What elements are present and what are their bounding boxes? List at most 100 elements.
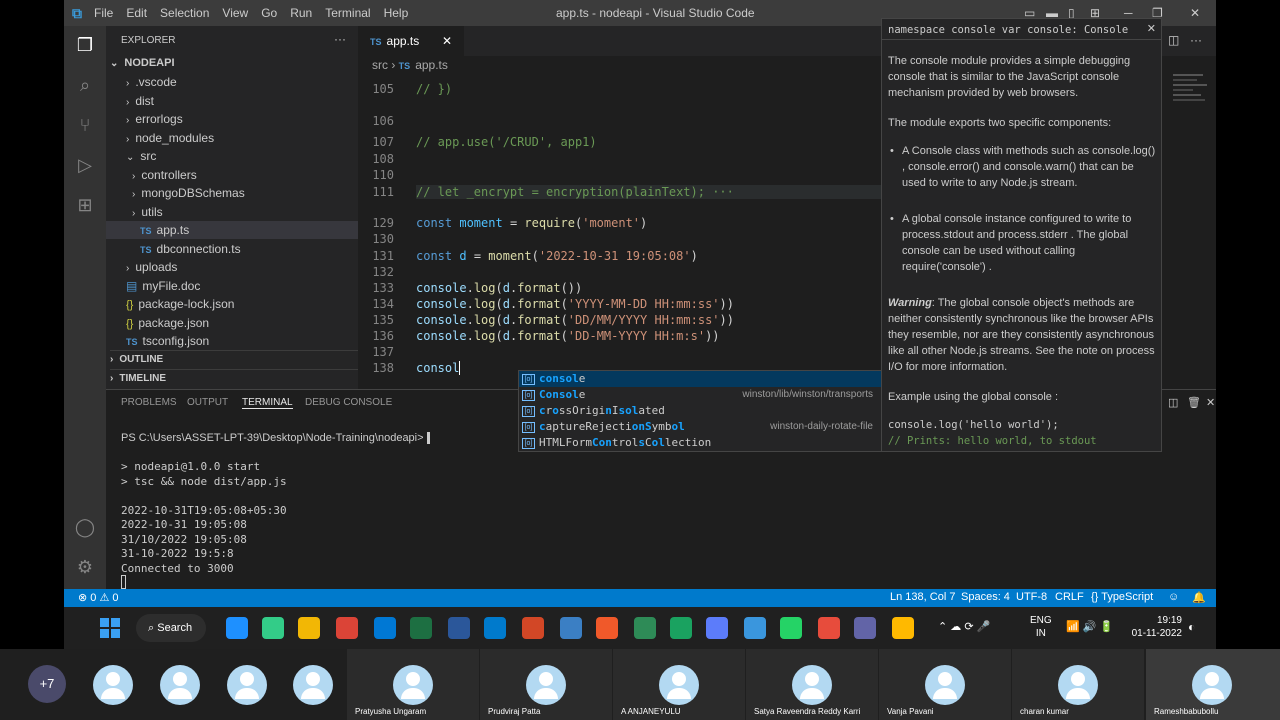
skype-icon[interactable] [374,617,396,639]
terminal-prompt[interactable]: PS C:\Users\ASSET-LPT-39\Desktop\Node-Tr… [121,432,430,444]
panel-tab-terminal[interactable]: TERMINAL [242,397,293,409]
tree-item[interactable]: › uploads [106,258,177,276]
start-windows-icon[interactable] [100,618,120,638]
code-line[interactable]: console.log(d.format('DD-MM-YYYY HH:m:s'… [416,329,720,343]
tree-item[interactable]: TS tsconfig.json [106,332,209,350]
tree-item[interactable]: {} package.json [106,314,209,332]
panel-tab-problems[interactable]: PROBLEMS [121,397,177,408]
tree-item[interactable]: ▤ myFile.doc [106,277,200,295]
anydesk-icon[interactable] [818,617,840,639]
suggestion-item[interactable]: [o] captureRejectionSymbol winston-daily-r… [519,419,881,435]
editor-more-icon[interactable]: ··· [1190,33,1202,47]
sticky-icon[interactable] [892,617,914,639]
participant-tile[interactable]: Rameshbabubollu [1146,649,1280,720]
problems-count[interactable]: ⊗ 0 ⚠ 0 [78,591,118,604]
cursor-position[interactable]: Ln 138, Col 7 [890,591,955,603]
powerpoint-icon[interactable] [522,617,544,639]
teams-icon[interactable] [854,617,876,639]
input-language[interactable]: ENG IN [1030,614,1052,640]
code-line[interactable]: console.log(d.format()) [416,281,582,295]
code-line[interactable]: console.log(d.format('YYYY-MM-DD HH:mm:s… [416,297,734,311]
minimap[interactable] [1173,71,1213,151]
participant-avatar-icon[interactable] [227,665,267,705]
settings-gear-icon[interactable]: ⚙ [72,554,98,580]
photos-icon[interactable] [262,617,284,639]
menu-view[interactable]: View [222,6,248,20]
menu-help[interactable]: Help [384,6,409,20]
notification-center-icon[interactable]: ◐ [1188,620,1195,634]
vs-app-icon[interactable] [560,617,582,639]
language-mode[interactable]: {} TypeScript [1091,591,1153,603]
line-ending[interactable]: CRLF [1055,591,1084,603]
outline-section[interactable]: › OUTLINE [110,350,358,368]
tab-app-ts[interactable]: TS app.ts ✕ [358,26,464,56]
account-icon[interactable]: ◯ [72,514,98,540]
participant-tile[interactable]: Satya Raveendra Reddy Karri [746,649,878,720]
extensions-icon[interactable]: ⊞ [72,192,98,218]
source-control-icon[interactable]: ⑂ [72,112,98,138]
explorer-more-icon[interactable]: ··· [334,30,346,48]
postman-icon[interactable] [596,617,618,639]
code-line[interactable]: // app.use('/CRUD', app1) [416,135,597,149]
menu-go[interactable]: Go [261,6,277,20]
search-icon[interactable]: ⌕ [72,72,98,98]
participant-tile[interactable]: Vanja Pavani [879,649,1011,720]
feedback-icon[interactable]: ☺ [1168,591,1179,603]
tree-item[interactable]: TS dbconnection.ts [106,240,241,258]
participant-tile[interactable]: Prudviraj Patta [480,649,612,720]
vpn-icon[interactable] [634,617,656,639]
clock[interactable]: 19:19 01-11-2022 [1130,614,1182,640]
code-line[interactable]: // }) [416,82,452,96]
menu-edit[interactable]: Edit [126,6,147,20]
taskbar-search[interactable]: ⌕ Search [136,614,206,642]
hangouts-icon[interactable] [670,617,692,639]
tree-item[interactable]: › mongoDBSchemas [106,184,245,202]
notifications-icon[interactable]: 🔔 [1192,591,1206,604]
indentation[interactable]: Spaces: 4 [961,591,1010,603]
participant-avatar-icon[interactable] [93,665,133,705]
notes-icon[interactable] [706,617,728,639]
panel-tab-output[interactable]: OUTPUT [187,397,228,408]
tree-item[interactable]: › controllers [106,166,197,184]
breadcrumb-file[interactable]: app.ts [415,58,448,72]
menu-terminal[interactable]: Terminal [325,6,370,20]
whatsapp-icon[interactable] [780,617,802,639]
suggestion-item[interactable]: [o] HTMLFormControlsCollection [519,435,881,451]
timeline-section[interactable]: › TIMELINE [110,369,358,387]
participant-avatar-icon[interactable] [160,665,200,705]
close-panel-icon[interactable]: ✕ [1206,396,1215,409]
participant-avatar-icon[interactable] [293,665,333,705]
split-editor-icon[interactable]: ◫ [1168,33,1179,47]
run-debug-icon[interactable]: ▷ [72,152,98,178]
tree-item[interactable]: › errorlogs [106,110,183,128]
tree-item[interactable]: › .vscode [106,73,177,91]
panel-tab-debug-console[interactable]: DEBUG CONSOLE [305,397,392,408]
code-line[interactable]: consol [416,361,461,375]
tree-item[interactable]: ⌄ src [106,147,156,165]
excel-icon[interactable] [410,617,432,639]
edge-icon[interactable] [226,617,248,639]
explorer-root[interactable]: ⌄ NODEAPI [110,54,175,72]
zoom-icon[interactable] [744,617,766,639]
tree-item[interactable]: › utils [106,203,163,221]
hover-close-icon[interactable]: ✕ [1147,22,1156,35]
participant-tile[interactable]: charan kumar [1012,649,1144,720]
tab-close-icon[interactable]: ✕ [442,26,452,56]
suggestion-item[interactable]: [o] crossOriginIsolated [519,403,881,419]
more-participants[interactable]: +7 [28,665,66,703]
code-line[interactable]: const d = moment('2022-10-31 19:05:08') [416,249,698,263]
menu-run[interactable]: Run [290,6,312,20]
code-line[interactable]: console.log(d.format('DD/MM/YYYY HH:mm:s… [416,313,734,327]
tray-icons[interactable]: ⌃ ☁ ⟳ 🎤 [938,620,990,633]
kill-terminal-icon[interactable]: 🗑 [1187,396,1201,409]
participant-tile[interactable]: A ANJANEYULU [613,649,745,720]
file-explorer-icon[interactable] [298,617,320,639]
word-icon[interactable] [448,617,470,639]
tree-item[interactable]: {} package-lock.json [106,295,234,313]
suggestion-item[interactable]: [o] Console winston/lib/winston/transports [519,387,881,403]
vscode-icon[interactable] [484,617,506,639]
encoding[interactable]: UTF-8 [1016,591,1047,603]
code-line[interactable]: const moment = require('moment') [416,216,647,230]
breadcrumb-src[interactable]: src [372,58,388,72]
tree-item[interactable]: TS app.ts [106,221,358,239]
